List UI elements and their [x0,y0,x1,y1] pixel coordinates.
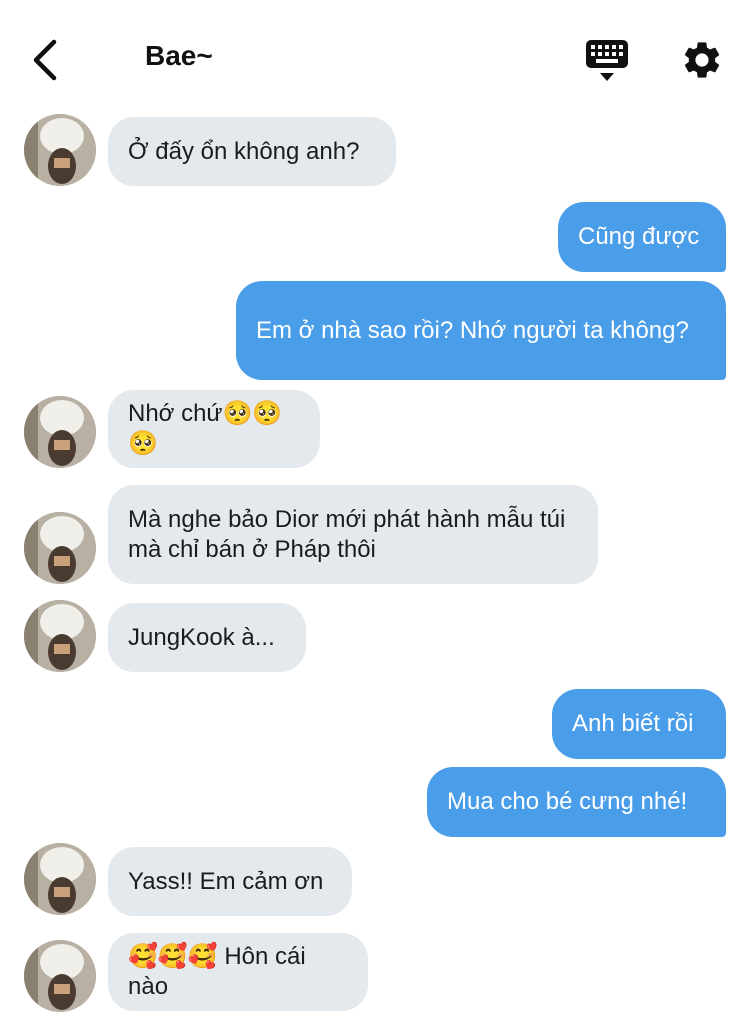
message-text: Cũng được [578,223,700,250]
message-text: Mua cho bé cưng nhé! [447,788,688,815]
contact-name: Bae~ [145,40,213,71]
message-text: 🥰🥰🥰 Hôn cái nào [128,943,306,1000]
message-bubble[interactable]: Ở đấy ổn không anh? [108,117,396,186]
avatar[interactable] [24,512,96,584]
avatar[interactable] [24,396,96,468]
message-text: Yass!! Em cảm ơn [128,867,324,895]
message-text: Ở đấy ổn không anh? [128,137,360,165]
message-bubble[interactable]: Nhớ chứ🥺🥺🥺 [108,390,320,468]
keyboard-button[interactable] [584,38,630,84]
message-bubble[interactable]: Mà nghe bảo Dior mới phát hành mẫu túi m… [108,485,598,584]
avatar[interactable] [24,600,96,672]
message-text: Anh biết rồi [572,710,694,737]
message-bubble[interactable]: Anh biết rồi [552,689,726,759]
message-bubble[interactable]: JungKook à... [108,603,306,672]
message-text: Mà nghe bảo Dior mới phát hành mẫu túi m… [128,505,566,563]
keyboard-icon [586,40,628,81]
message-bubble[interactable]: Mua cho bé cưng nhé! [427,767,726,837]
message-bubble[interactable]: Cũng được [558,202,726,272]
chat-header: Bae~ [0,0,750,110]
message-text: Nhớ chứ🥺🥺🥺 [128,400,283,457]
settings-button[interactable] [680,38,724,82]
avatar[interactable] [24,843,96,915]
message-bubble[interactable]: 🥰🥰🥰 Hôn cái nào [108,933,368,1011]
message-text: Em ở nhà sao rồi? Nhớ người ta không? [256,316,689,344]
avatar[interactable] [24,114,96,186]
chevron-left-icon [33,39,57,81]
message-text: JungKook à... [128,623,275,651]
message-bubble[interactable]: Em ở nhà sao rồi? Nhớ người ta không? [236,281,726,380]
message-bubble[interactable]: Yass!! Em cảm ơn [108,847,352,916]
gear-icon [684,42,720,78]
avatar[interactable] [24,940,96,1012]
back-button[interactable] [28,38,64,82]
